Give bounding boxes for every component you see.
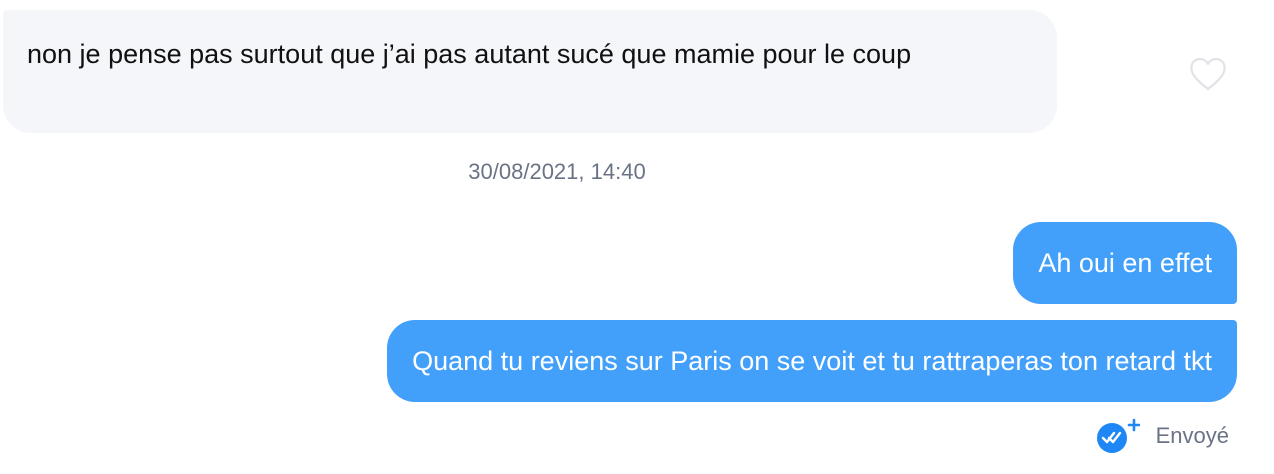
- received-message-bubble[interactable]: non je pense pas surtout que j’ai pas au…: [3, 10, 1057, 133]
- sent-message-text: Ah oui en effet: [1038, 248, 1212, 278]
- heart-icon[interactable]: [1189, 56, 1227, 92]
- sent-message-bubble[interactable]: Ah oui en effet: [1013, 222, 1237, 304]
- sent-message-bubble[interactable]: Quand tu reviens sur Paris on se voit et…: [387, 320, 1237, 402]
- sent-message-text: Quand tu reviens sur Paris on se voit et…: [412, 346, 1212, 376]
- received-message-text: non je pense pas surtout que j’ai pas au…: [27, 39, 912, 69]
- message-status: Envoyé: [1096, 418, 1229, 454]
- chat-conversation: non je pense pas surtout que j’ai pas au…: [0, 0, 1274, 474]
- double-check-icon: [1096, 418, 1140, 453]
- status-label: Envoyé: [1155, 423, 1229, 448]
- message-timestamp: 30/08/2021, 14:40: [468, 159, 646, 184]
